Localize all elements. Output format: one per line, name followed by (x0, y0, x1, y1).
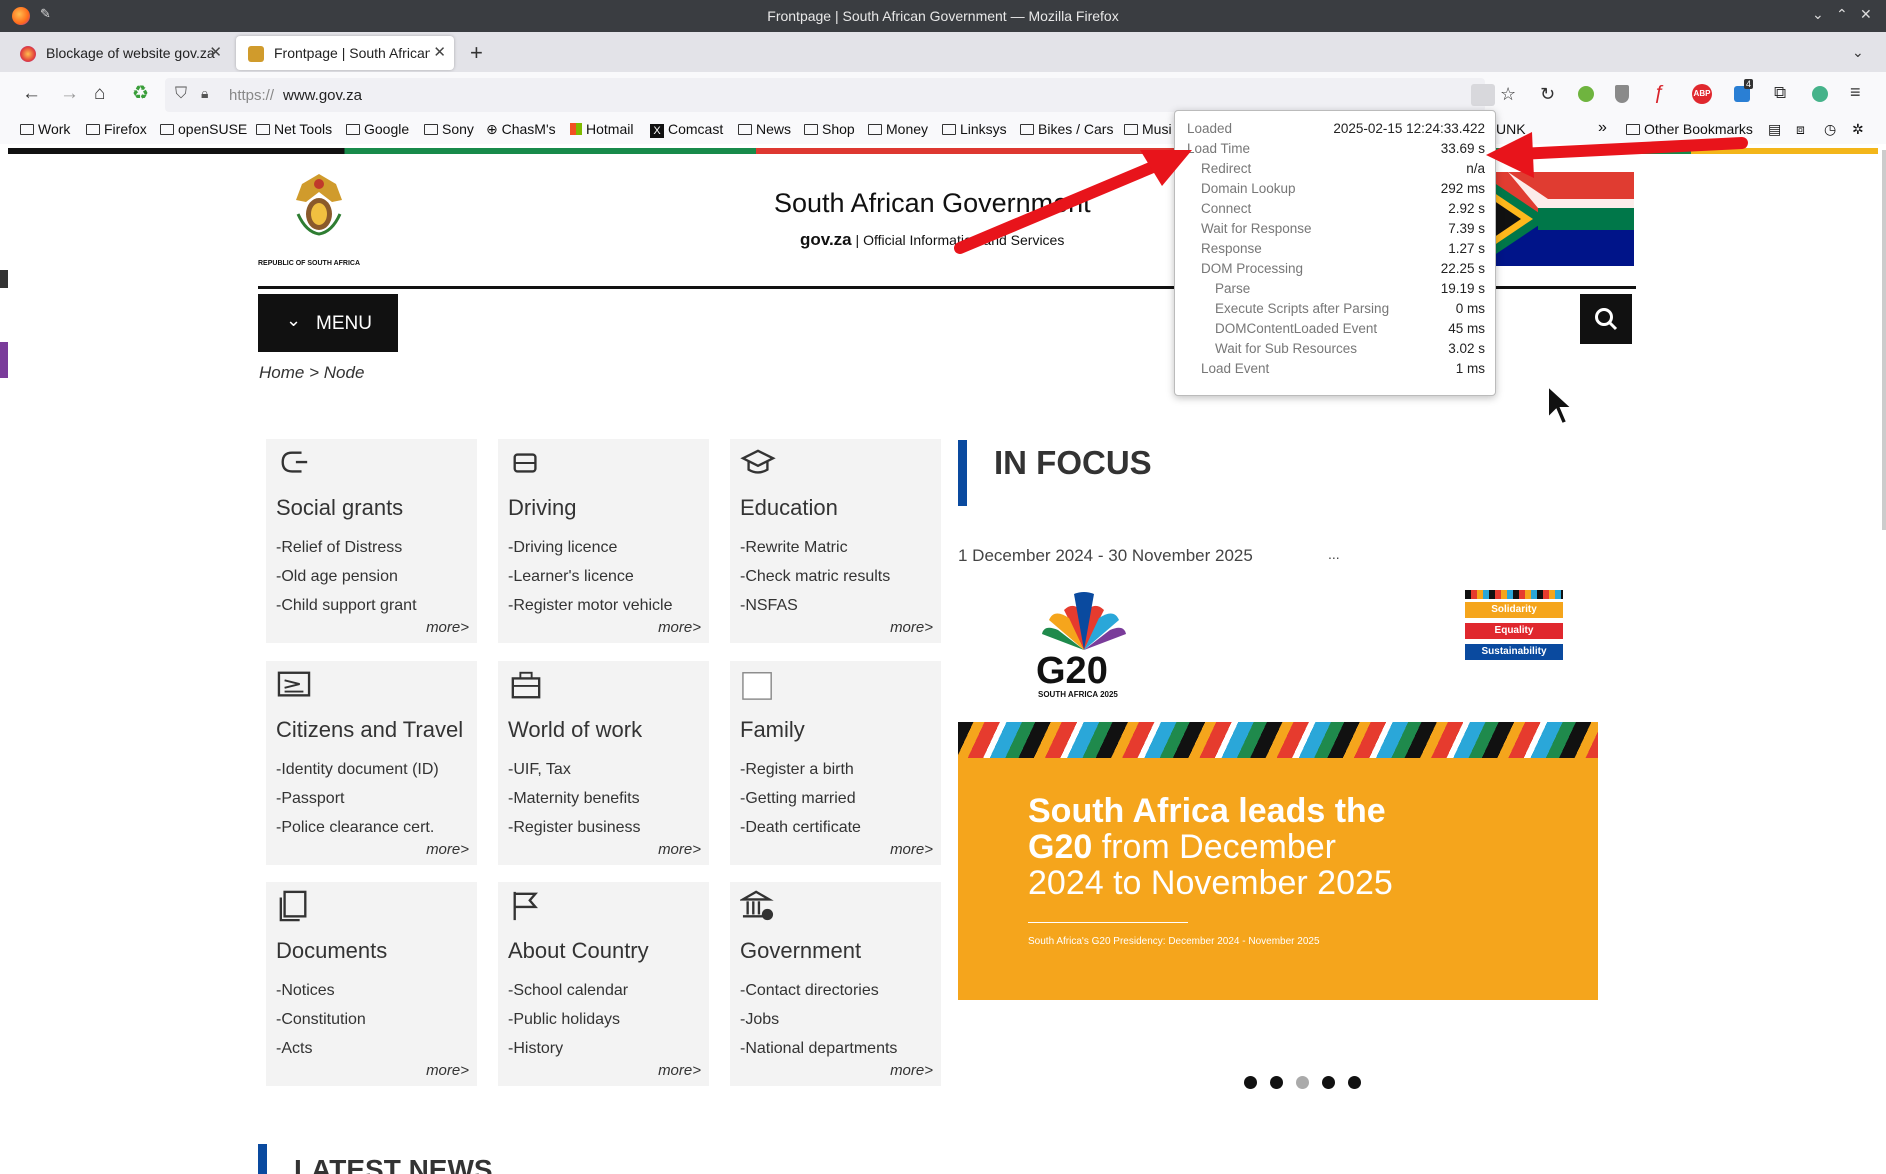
mouse-cursor-icon (1547, 384, 1574, 426)
arrow-right-shaft (1514, 137, 1748, 160)
annotation-arrows (954, 132, 1748, 254)
arrow-right-head (1486, 132, 1534, 178)
arrow-left-shaft (954, 158, 1166, 254)
